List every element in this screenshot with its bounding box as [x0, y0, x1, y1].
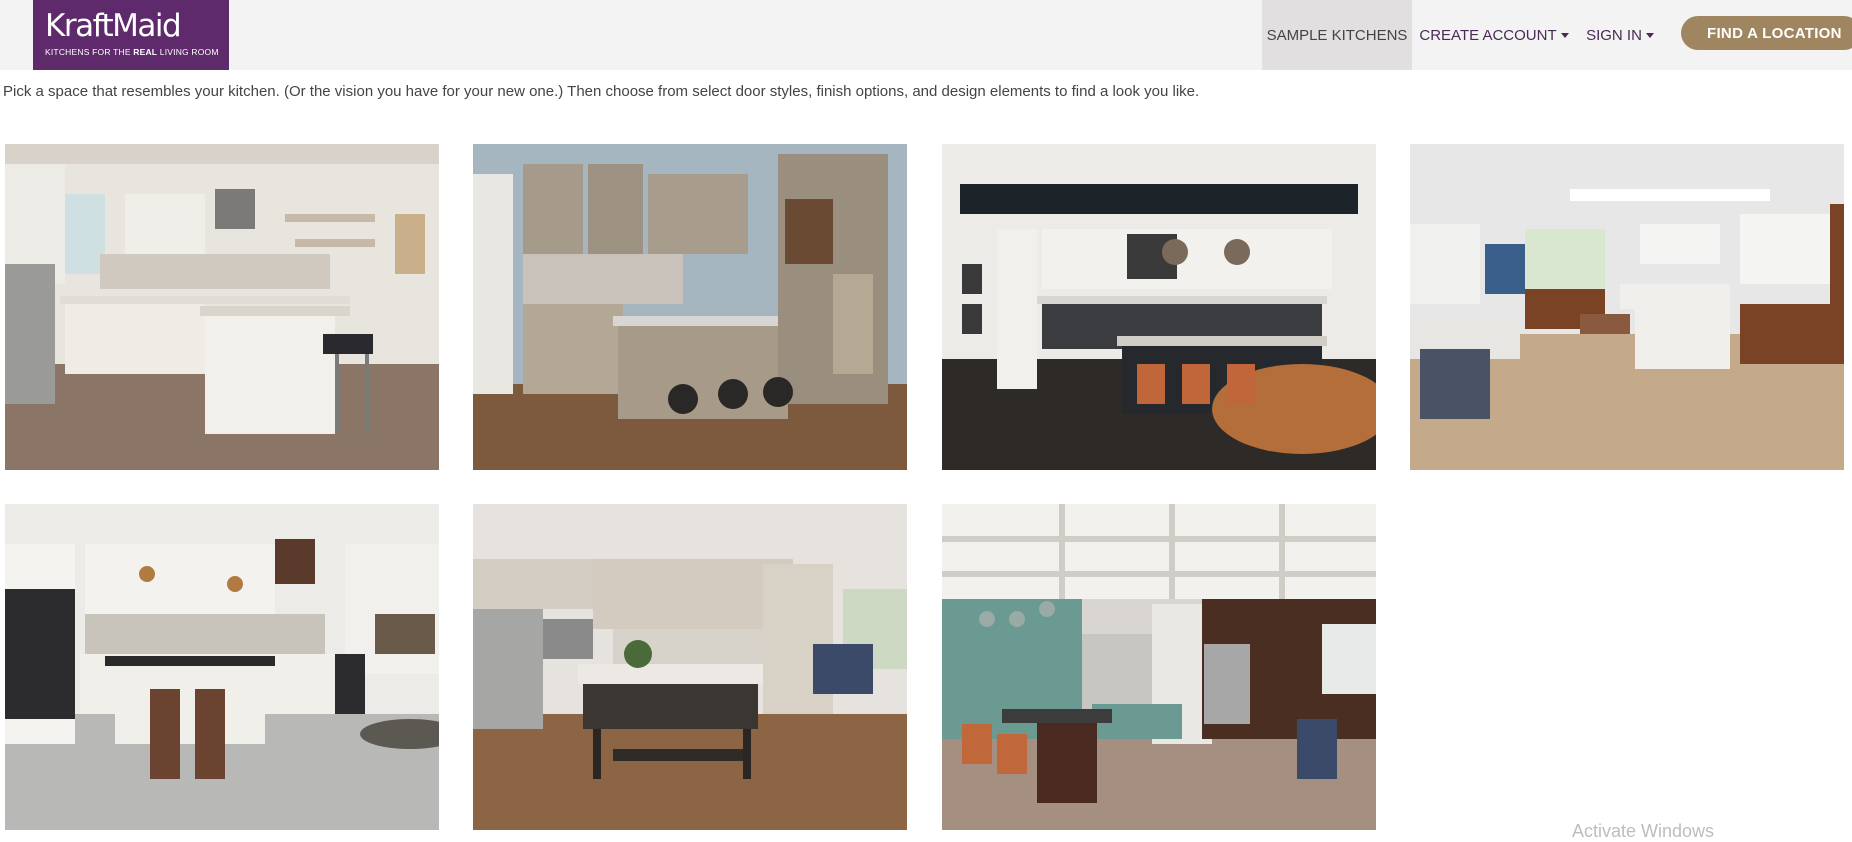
kitchen-photo-white-cabinets-black-fridge	[5, 504, 439, 830]
chevron-down-icon	[1560, 32, 1569, 38]
sample-kitchen-tile-1[interactable]	[5, 144, 439, 470]
kitchen-photo-taupe-cabinets-peninsula	[473, 144, 907, 470]
sample-kitchen-tile-4[interactable]	[1410, 144, 1844, 470]
nav-create-account[interactable]: CREATE ACCOUNT	[1419, 0, 1569, 70]
intro-text: Pick a space that resembles your kitchen…	[3, 83, 1200, 100]
kitchen-photo-black-island-dining-table	[942, 144, 1376, 470]
find-a-location-button[interactable]: FIND A LOCATION	[1681, 16, 1852, 50]
sample-kitchen-tile-6[interactable]	[473, 504, 907, 830]
kitchen-photo-dark-island-stainless	[473, 504, 907, 830]
sample-kitchen-tile-3[interactable]	[942, 144, 1376, 470]
sample-kitchen-tile-2[interactable]	[473, 144, 907, 470]
logo-tagline: KITCHENS FOR THE REAL LIVING ROOM	[45, 47, 219, 57]
top-navigation-bar: KraftMaid KITCHENS FOR THE REAL LIVING R…	[0, 0, 1852, 70]
kitchen-photo-white-cabinets-island	[5, 144, 439, 470]
kitchen-photo-open-plan-wood-lowers	[1410, 144, 1844, 470]
kraftmaid-logo[interactable]: KraftMaid KITCHENS FOR THE REAL LIVING R…	[33, 0, 229, 70]
sample-kitchen-tile-7[interactable]	[942, 504, 1376, 830]
nav-sign-in[interactable]: SIGN IN	[1580, 0, 1660, 70]
chevron-down-icon	[1645, 32, 1654, 38]
logo-wordmark: KraftMaid	[45, 8, 182, 44]
kitchen-photo-sage-cabinets-coffered-ceiling	[942, 504, 1376, 830]
sample-kitchen-tile-5[interactable]	[5, 504, 439, 830]
nav-sample-kitchens[interactable]: SAMPLE KITCHENS	[1262, 0, 1412, 70]
